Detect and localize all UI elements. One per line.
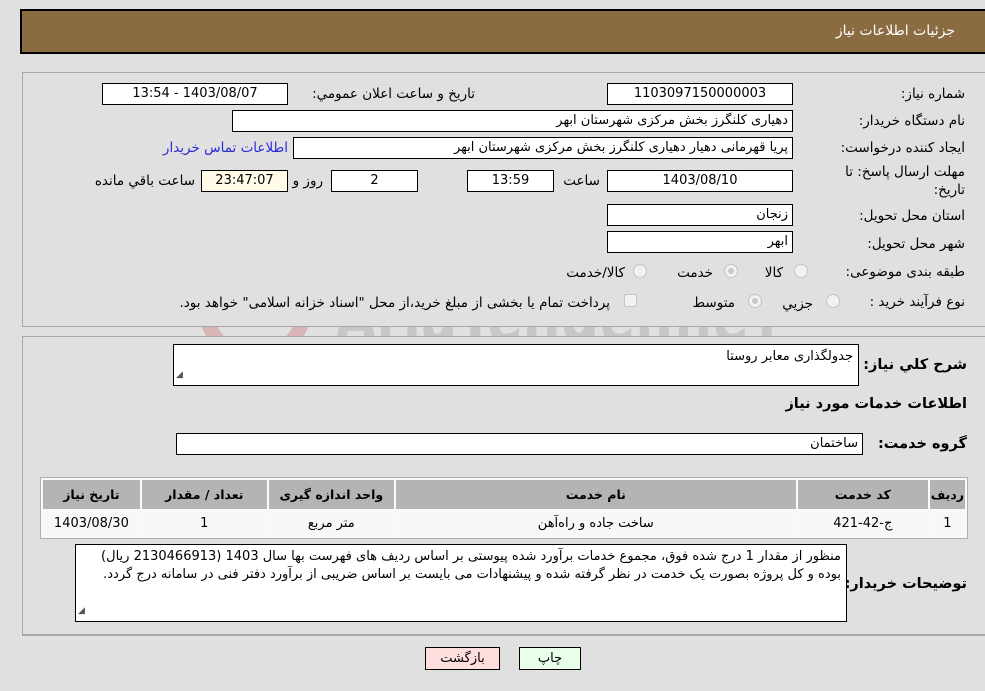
- category-label: طبقه بندی موضوعی:: [845, 264, 965, 280]
- buyer-org-field: دهیاری کلنگرز بخش مرکزی شهرستان ابهر: [232, 110, 793, 132]
- cell-quantity: 1: [141, 511, 267, 536]
- category-option-goods: کالا: [764, 265, 783, 281]
- buyer-notes-label: توضیحات خریدار:: [844, 576, 967, 592]
- days-remaining-field: 2: [331, 170, 418, 192]
- treasury-checkbox[interactable]: [624, 294, 637, 307]
- time-remaining-label: ساعت باقي مانده: [94, 173, 195, 189]
- table-header-row: ردیف کد خدمت نام خدمت واحد اندازه گیری ت…: [43, 480, 965, 509]
- deadline-time-field: 13:59: [467, 170, 554, 192]
- announce-datetime-field: 1403/08/07 - 13:54: [102, 83, 288, 105]
- treasury-note: پرداخت تمام یا بخشی از مبلغ خرید،از محل …: [179, 295, 610, 311]
- cell-need-date: 1403/08/30: [43, 511, 140, 536]
- process-type-label: نوع فرآیند خرید :: [869, 294, 965, 310]
- resize-grip-icon[interactable]: ◢: [176, 366, 183, 384]
- table-row: 1 ج-42-421 ساخت جاده و راه‌آهن متر مربع …: [43, 511, 965, 536]
- cell-row-number: 1: [929, 511, 965, 536]
- need-number-field: 1103097150000003: [607, 83, 793, 105]
- buyer-contact-link[interactable]: اطلاعات تماس خریدار: [163, 140, 288, 156]
- service-group-label: گروه خدمت:: [877, 436, 967, 452]
- province-field: زنجان: [607, 204, 793, 226]
- process-radio-medium[interactable]: [748, 294, 762, 308]
- process-radio-minor[interactable]: [826, 294, 840, 308]
- cell-service-name: ساخت جاده و راه‌آهن: [395, 511, 796, 536]
- creator-label: ایجاد کننده درخواست:: [840, 140, 965, 156]
- process-option-medium: متوسط: [692, 295, 735, 311]
- summary-textarea[interactable]: جدولگذاری معابر روستا ◢: [173, 344, 859, 386]
- footer-divider: [22, 635, 985, 636]
- buyer-notes-text: منظور از مقدار 1 درج شده فوق، مجموع خدما…: [101, 549, 841, 582]
- col-header-row-number: ردیف: [929, 480, 965, 509]
- deadline-time-label: ساعت: [563, 173, 600, 189]
- page-title: جزئیات اطلاعات نیاز: [835, 23, 955, 39]
- city-label: شهر محل تحویل:: [867, 236, 965, 252]
- need-number-label: شماره نیاز:: [900, 86, 965, 102]
- buyer-notes-textarea[interactable]: منظور از مقدار 1 درج شده فوق، مجموع خدما…: [75, 544, 847, 622]
- process-option-minor: جزیي: [782, 296, 813, 312]
- province-label: استان محل تحویل:: [859, 208, 965, 224]
- buyer-org-label: نام دستگاه خریدار:: [858, 113, 965, 129]
- category-radio-goods[interactable]: [794, 264, 808, 278]
- deadline-date-field: 1403/08/10: [607, 170, 793, 192]
- cell-service-code: ج-42-421: [797, 511, 928, 536]
- summary-text: جدولگذاری معابر روستا: [726, 349, 853, 364]
- category-option-goods-service: کالا/خدمت: [566, 265, 625, 281]
- services-heading: اطلاعات خدمات مورد نیاز: [785, 396, 967, 412]
- service-group-field: ساختمان: [176, 433, 863, 455]
- print-button[interactable]: چاپ: [519, 647, 581, 670]
- announce-label: تاریخ و ساعت اعلان عمومي:: [312, 86, 475, 102]
- page-header: جزئیات اطلاعات نیاز: [20, 9, 985, 54]
- back-button[interactable]: بازگشت: [425, 647, 500, 670]
- col-header-service-name: نام خدمت: [395, 480, 796, 509]
- cell-unit: متر مربع: [268, 511, 394, 536]
- creator-field: پریا قهرمانی دهیار دهیاری کلنگرز بخش مرک…: [293, 137, 793, 159]
- days-label: روز و: [292, 173, 323, 189]
- col-header-quantity: تعداد / مقدار: [141, 480, 267, 509]
- deadline-label-2: تاریخ:: [933, 182, 965, 198]
- summary-label: شرح کلي نیاز:: [863, 357, 967, 373]
- resize-grip-icon[interactable]: ◢: [78, 602, 85, 620]
- time-remaining-field: 23:47:07: [201, 170, 288, 192]
- col-header-need-date: تاریخ نیاز: [43, 480, 140, 509]
- city-field: ابهر: [607, 231, 793, 253]
- col-header-service-code: کد خدمت: [797, 480, 928, 509]
- services-table: ردیف کد خدمت نام خدمت واحد اندازه گیری ت…: [40, 477, 968, 539]
- col-header-unit: واحد اندازه گیری: [268, 480, 394, 509]
- category-radio-goods-service[interactable]: [633, 264, 647, 278]
- deadline-label: مهلت ارسال پاسخ: تا: [845, 164, 965, 180]
- category-radio-service[interactable]: [724, 264, 738, 278]
- category-option-service: خدمت: [677, 265, 713, 281]
